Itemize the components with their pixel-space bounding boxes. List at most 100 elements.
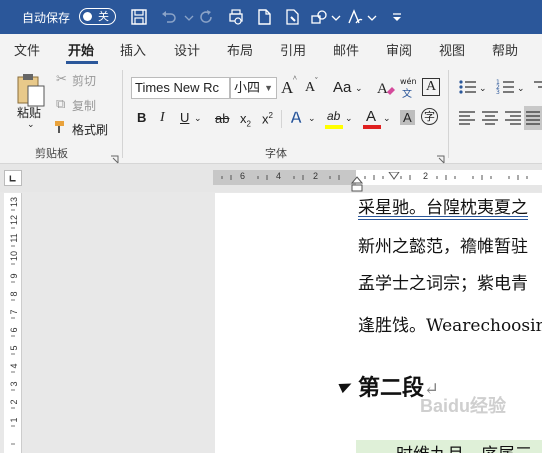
scissors-icon: ✂ — [56, 72, 67, 87]
highlighted-paragraph[interactable]: 时维九月，序属三 — [356, 440, 542, 453]
svg-text:3: 3 — [496, 89, 500, 96]
text-style-icon[interactable] — [346, 8, 364, 26]
document-line[interactable]: 采星驰。台隍枕夷夏之 — [358, 193, 528, 218]
font-size-select[interactable]: 小四 ▼ — [230, 77, 277, 99]
bullets-dropdown-icon[interactable]: ⌄ — [479, 83, 487, 94]
document-line[interactable]: 新州之懿范，襜帷暂驻 — [358, 232, 528, 257]
watermark: Baidu经验 — [420, 396, 507, 416]
numbering-dropdown-icon[interactable]: ⌄ — [517, 83, 525, 94]
ribbon: 粘贴 ⌄ ✂ 剪切 ⧉ 复制 格式刷 剪贴板 Times New Rc 小四 ▼… — [0, 64, 542, 164]
document-line[interactable]: 孟学士之词宗；紫电青 — [358, 269, 528, 294]
format-painter-quick-icon[interactable] — [283, 8, 301, 26]
vruler-number: 5 — [9, 345, 19, 351]
underline-dropdown-icon[interactable]: ⌄ — [194, 113, 202, 124]
font-color-button[interactable]: A — [366, 108, 376, 125]
undo-dropdown-icon[interactable] — [180, 8, 198, 26]
change-case-dropdown-icon[interactable]: ⌄ — [355, 83, 363, 94]
autosave-toggle[interactable]: 关 — [79, 8, 116, 25]
char-shading-button[interactable]: A — [400, 110, 415, 125]
tab-help[interactable]: 帮助 — [492, 40, 518, 59]
tab-file[interactable]: 文件 — [14, 40, 40, 59]
justify-icon[interactable] — [524, 106, 542, 130]
text-effect-button[interactable]: A — [290, 108, 303, 128]
strikethrough-button[interactable]: ab — [215, 111, 229, 126]
enclose-characters-button[interactable]: 字 — [421, 108, 438, 125]
vertical-ruler[interactable]: 13 12 11 10 9 8 7 6 5 4 3 2 1 — [4, 193, 22, 453]
document-text: 新州之懿范，襜帷暂驻 — [358, 237, 528, 257]
highlight-color-swatch — [325, 125, 343, 129]
font-name-select[interactable]: Times New Rc — [131, 77, 230, 99]
vruler-number: 12 — [9, 215, 19, 226]
clear-formatting-icon[interactable]: A — [376, 78, 396, 98]
font-group-label: 字体 — [265, 147, 287, 160]
tab-insert[interactable]: 插入 — [120, 40, 146, 59]
bold-button[interactable]: B — [137, 110, 146, 125]
font-launcher-icon[interactable] — [436, 150, 446, 164]
document-line[interactable]: 逢胜饯。Wearechoosin — [358, 311, 542, 336]
italic-button[interactable]: I — [160, 110, 165, 126]
vruler-number: 4 — [9, 363, 19, 369]
char-border-button[interactable]: A — [422, 78, 441, 96]
copy-button[interactable]: 复制 — [72, 97, 96, 114]
bullets-icon[interactable] — [458, 78, 478, 96]
paste-dropdown-icon[interactable]: ⌄ — [27, 120, 35, 130]
shrink-font-button[interactable]: A — [305, 80, 315, 96]
change-case-button[interactable]: Aa — [333, 79, 351, 96]
chevron-down-icon: ▼ — [264, 83, 273, 93]
tab-review[interactable]: 审阅 — [386, 40, 412, 59]
group-separator-2 — [448, 70, 449, 158]
tab-home[interactable]: 开始 — [68, 40, 94, 59]
customize-quick-access-icon[interactable] — [388, 8, 406, 26]
numbering-icon[interactable]: 123 — [496, 78, 516, 96]
phonetic-guide-button[interactable]: 文 — [402, 85, 412, 100]
redo-icon[interactable] — [197, 8, 215, 26]
title-bar: 自动保存 关 — [0, 0, 542, 34]
font-color-dropdown-icon[interactable]: ⌄ — [383, 113, 391, 124]
vruler-number: 6 — [9, 327, 19, 333]
highlight-dropdown-icon[interactable]: ⌄ — [345, 113, 353, 124]
format-painter-button[interactable]: 格式刷 — [72, 121, 108, 138]
save-icon[interactable] — [130, 8, 148, 26]
superscript-button[interactable]: x2 — [262, 111, 273, 126]
multilevel-list-icon[interactable] — [532, 78, 542, 96]
print-preview-icon[interactable] — [227, 8, 245, 26]
align-right-icon[interactable] — [504, 110, 522, 126]
new-document-icon[interactable] — [255, 8, 273, 26]
shapes-icon[interactable] — [310, 8, 328, 26]
underline-button[interactable]: U — [180, 110, 189, 125]
vruler-number: 11 — [9, 233, 19, 243]
grow-font-button[interactable]: A — [281, 78, 293, 98]
undo-icon[interactable] — [160, 8, 178, 26]
tab-design[interactable]: 设计 — [174, 40, 200, 59]
cut-button[interactable]: 剪切 — [72, 72, 96, 89]
align-center-icon[interactable] — [481, 110, 499, 126]
paste-icon[interactable] — [14, 72, 46, 108]
svg-text:A: A — [377, 81, 388, 97]
vruler-number: 7 — [9, 309, 19, 315]
vruler-number: 1 — [9, 417, 19, 423]
vruler-number: 10 — [9, 251, 19, 262]
highlight-button[interactable]: ab — [327, 109, 340, 123]
font-size-value: 小四 — [234, 80, 261, 95]
tab-selector[interactable] — [4, 170, 22, 186]
tab-layout[interactable]: 布局 — [227, 40, 253, 59]
clipboard-launcher-icon[interactable] — [110, 150, 120, 164]
ruler-ticks — [221, 175, 528, 180]
group-separator — [122, 70, 123, 158]
tab-view[interactable]: 视图 — [439, 40, 465, 59]
autosave-label: 自动保存 — [22, 11, 71, 25]
vruler-number: 8 — [9, 291, 19, 297]
text-style-dropdown-icon[interactable] — [364, 8, 382, 26]
tab-mailings[interactable]: 邮件 — [333, 40, 359, 59]
align-left-icon[interactable] — [458, 110, 476, 126]
first-line-indent-marker[interactable] — [388, 165, 400, 180]
subscript-button[interactable]: x2 — [240, 111, 251, 129]
hanging-indent-marker[interactable] — [350, 176, 364, 192]
grow-arrow-icon: ^ — [293, 74, 297, 83]
paste-button[interactable]: 粘贴 — [17, 104, 41, 121]
text-effect-dropdown-icon[interactable]: ⌄ — [308, 113, 316, 124]
font-row-separator — [281, 110, 282, 128]
horizontal-ruler[interactable]: 6 4 2 2 — [213, 170, 542, 185]
shapes-dropdown-icon[interactable] — [328, 8, 346, 26]
tab-references[interactable]: 引用 — [280, 40, 306, 59]
